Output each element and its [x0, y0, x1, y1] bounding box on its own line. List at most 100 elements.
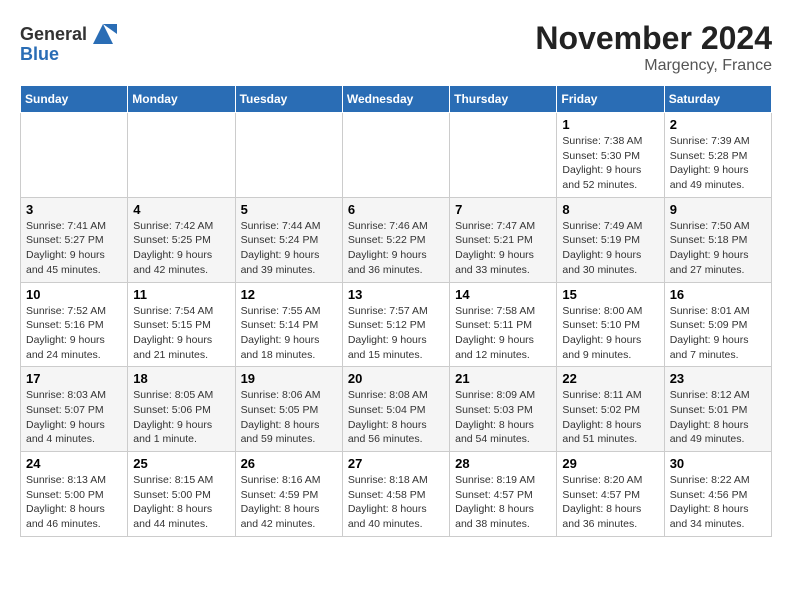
day-number: 7 [455, 202, 551, 217]
calendar-table: SundayMondayTuesdayWednesdayThursdayFrid… [20, 85, 772, 537]
day-info: Sunrise: 8:03 AM Sunset: 5:07 PM Dayligh… [26, 388, 122, 447]
day-info: Sunrise: 7:57 AM Sunset: 5:12 PM Dayligh… [348, 304, 444, 363]
calendar-cell [342, 113, 449, 198]
day-number: 3 [26, 202, 122, 217]
day-info: Sunrise: 7:54 AM Sunset: 5:15 PM Dayligh… [133, 304, 229, 363]
logo-icon [89, 20, 117, 48]
day-number: 5 [241, 202, 337, 217]
calendar-cell: 20 Sunrise: 8:08 AM Sunset: 5:04 PM Dayli… [342, 367, 449, 452]
weekday-header-sunday: Sunday [21, 86, 128, 113]
day-number: 11 [133, 287, 229, 302]
calendar-cell: 6Sunrise: 7:46 AM Sunset: 5:22 PM Daylig… [342, 197, 449, 282]
calendar-week-row: 10 Sunrise: 7:52 AM Sunset: 5:16 PM Dayli… [21, 282, 772, 367]
day-info: Sunrise: 7:58 AM Sunset: 5:11 PM Dayligh… [455, 304, 551, 363]
weekday-header-friday: Friday [557, 86, 664, 113]
day-number: 24 [26, 456, 122, 471]
day-info: Sunrise: 8:08 AM Sunset: 5:04 PM Dayligh… [348, 388, 444, 447]
calendar-cell [450, 113, 557, 198]
day-info: Sunrise: 7:41 AM Sunset: 5:27 PM Dayligh… [26, 219, 122, 278]
day-info: Sunrise: 8:15 AM Sunset: 5:00 PM Dayligh… [133, 473, 229, 532]
day-number: 18 [133, 371, 229, 386]
logo-general: General [20, 24, 87, 44]
day-number: 27 [348, 456, 444, 471]
page-header: General Blue November 2024 Margency, Fra… [20, 20, 772, 75]
day-info: Sunrise: 7:42 AM Sunset: 5:25 PM Dayligh… [133, 219, 229, 278]
calendar-cell: 26 Sunrise: 8:16 AM Sunset: 4:59 PM Dayli… [235, 452, 342, 537]
calendar-week-row: 17 Sunrise: 8:03 AM Sunset: 5:07 PM Dayli… [21, 367, 772, 452]
calendar-cell: 28Sunrise: 8:19 AM Sunset: 4:57 PM Dayli… [450, 452, 557, 537]
day-number: 15 [562, 287, 658, 302]
day-number: 19 [241, 371, 337, 386]
calendar-cell: 16 Sunrise: 8:01 AM Sunset: 5:09 PM Dayli… [664, 282, 771, 367]
calendar-cell [235, 113, 342, 198]
day-number: 25 [133, 456, 229, 471]
day-info: Sunrise: 7:47 AM Sunset: 5:21 PM Dayligh… [455, 219, 551, 278]
calendar-cell: 23 Sunrise: 8:12 AM Sunset: 5:01 PM Dayli… [664, 367, 771, 452]
day-number: 4 [133, 202, 229, 217]
day-info: Sunrise: 8:12 AM Sunset: 5:01 PM Dayligh… [670, 388, 766, 447]
day-number: 30 [670, 456, 766, 471]
day-info: Sunrise: 8:20 AM Sunset: 4:57 PM Dayligh… [562, 473, 658, 532]
calendar-cell: 25 Sunrise: 8:15 AM Sunset: 5:00 PM Dayli… [128, 452, 235, 537]
weekday-header-monday: Monday [128, 86, 235, 113]
day-info: Sunrise: 8:09 AM Sunset: 5:03 PM Dayligh… [455, 388, 551, 447]
calendar-cell: 7 Sunrise: 7:47 AM Sunset: 5:21 PM Daylig… [450, 197, 557, 282]
calendar-cell: 12 Sunrise: 7:55 AM Sunset: 5:14 PM Dayli… [235, 282, 342, 367]
day-number: 23 [670, 371, 766, 386]
day-number: 14 [455, 287, 551, 302]
day-number: 1 [562, 117, 658, 132]
day-number: 17 [26, 371, 122, 386]
calendar-cell: 17 Sunrise: 8:03 AM Sunset: 5:07 PM Dayli… [21, 367, 128, 452]
day-number: 10 [26, 287, 122, 302]
day-info: Sunrise: 8:01 AM Sunset: 5:09 PM Dayligh… [670, 304, 766, 363]
day-info: Sunrise: 8:05 AM Sunset: 5:06 PM Dayligh… [133, 388, 229, 447]
calendar-cell: 8 Sunrise: 7:49 AM Sunset: 5:19 PM Daylig… [557, 197, 664, 282]
calendar-cell: 27 Sunrise: 8:18 AM Sunset: 4:58 PM Dayli… [342, 452, 449, 537]
day-number: 26 [241, 456, 337, 471]
day-number: 28 [455, 456, 551, 471]
day-info: Sunrise: 7:38 AM Sunset: 5:30 PM Dayligh… [562, 134, 658, 193]
day-info: Sunrise: 8:22 AM Sunset: 4:56 PM Dayligh… [670, 473, 766, 532]
day-number: 20 [348, 371, 444, 386]
calendar-cell: 21Sunrise: 8:09 AM Sunset: 5:03 PM Dayli… [450, 367, 557, 452]
day-number: 8 [562, 202, 658, 217]
calendar-cell: 15 Sunrise: 8:00 AM Sunset: 5:10 PM Dayli… [557, 282, 664, 367]
day-number: 12 [241, 287, 337, 302]
day-info: Sunrise: 8:18 AM Sunset: 4:58 PM Dayligh… [348, 473, 444, 532]
calendar-cell: 9 Sunrise: 7:50 AM Sunset: 5:18 PM Daylig… [664, 197, 771, 282]
calendar-cell: 29 Sunrise: 8:20 AM Sunset: 4:57 PM Dayli… [557, 452, 664, 537]
calendar-cell: 5 Sunrise: 7:44 AM Sunset: 5:24 PM Daylig… [235, 197, 342, 282]
day-number: 13 [348, 287, 444, 302]
day-number: 2 [670, 117, 766, 132]
calendar-cell: 30 Sunrise: 8:22 AM Sunset: 4:56 PM Dayli… [664, 452, 771, 537]
day-info: Sunrise: 7:39 AM Sunset: 5:28 PM Dayligh… [670, 134, 766, 193]
day-info: Sunrise: 7:52 AM Sunset: 5:16 PM Dayligh… [26, 304, 122, 363]
day-info: Sunrise: 8:00 AM Sunset: 5:10 PM Dayligh… [562, 304, 658, 363]
logo: General Blue [20, 20, 117, 65]
calendar-week-row: 3 Sunrise: 7:41 AM Sunset: 5:27 PM Daylig… [21, 197, 772, 282]
day-info: Sunrise: 7:49 AM Sunset: 5:19 PM Dayligh… [562, 219, 658, 278]
day-info: Sunrise: 8:13 AM Sunset: 5:00 PM Dayligh… [26, 473, 122, 532]
day-info: Sunrise: 8:11 AM Sunset: 5:02 PM Dayligh… [562, 388, 658, 447]
calendar-cell: 4 Sunrise: 7:42 AM Sunset: 5:25 PM Daylig… [128, 197, 235, 282]
calendar-week-row: 24 Sunrise: 8:13 AM Sunset: 5:00 PM Dayli… [21, 452, 772, 537]
calendar-cell: 13 Sunrise: 7:57 AM Sunset: 5:12 PM Dayli… [342, 282, 449, 367]
day-info: Sunrise: 7:55 AM Sunset: 5:14 PM Dayligh… [241, 304, 337, 363]
day-number: 22 [562, 371, 658, 386]
weekday-header-saturday: Saturday [664, 86, 771, 113]
calendar-cell: 14 Sunrise: 7:58 AM Sunset: 5:11 PM Dayli… [450, 282, 557, 367]
weekday-header-row: SundayMondayTuesdayWednesdayThursdayFrid… [21, 86, 772, 113]
calendar-cell: 18 Sunrise: 8:05 AM Sunset: 5:06 PM Dayli… [128, 367, 235, 452]
day-number: 9 [670, 202, 766, 217]
calendar-week-row: 1 Sunrise: 7:38 AM Sunset: 5:30 PM Daylig… [21, 113, 772, 198]
day-number: 29 [562, 456, 658, 471]
weekday-header-tuesday: Tuesday [235, 86, 342, 113]
day-info: Sunrise: 8:16 AM Sunset: 4:59 PM Dayligh… [241, 473, 337, 532]
calendar-cell: 10 Sunrise: 7:52 AM Sunset: 5:16 PM Dayli… [21, 282, 128, 367]
day-number: 16 [670, 287, 766, 302]
day-info: Sunrise: 7:46 AM Sunset: 5:22 PM Dayligh… [348, 219, 444, 278]
logo-blue: Blue [20, 44, 59, 64]
day-info: Sunrise: 7:50 AM Sunset: 5:18 PM Dayligh… [670, 219, 766, 278]
calendar-cell: 11 Sunrise: 7:54 AM Sunset: 5:15 PM Dayli… [128, 282, 235, 367]
day-info: Sunrise: 7:44 AM Sunset: 5:24 PM Dayligh… [241, 219, 337, 278]
